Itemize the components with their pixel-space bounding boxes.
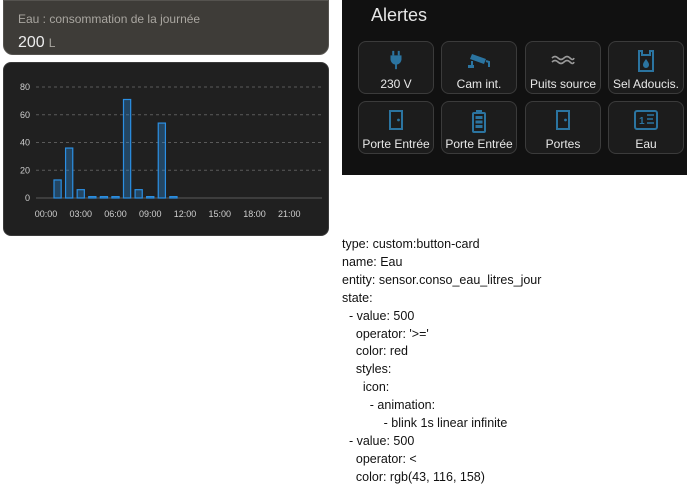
bar-chart: 0 20 40 60 80 00:00 03:00 06:00 09:00 12:00 15:00 1… — [20, 82, 322, 219]
alert-tile-label: Cam int. — [456, 77, 502, 91]
x-tick-label: 00:00 — [35, 209, 58, 219]
meter-icon: 1 — [609, 109, 683, 131]
power-plug-icon — [359, 49, 433, 71]
sensor-unit: L — [48, 36, 56, 50]
chart-bar — [134, 189, 143, 199]
yaml-line: styles: — [342, 362, 392, 377]
alert-tile-label: Porte Entrée — [445, 137, 513, 151]
alerts-panel: Alertes 230 V Cam int. Puits source Sel Ado… — [342, 0, 687, 175]
alert-tile-label: Eau — [635, 137, 657, 151]
sensor-title: Eau : consommation de la journée — [18, 12, 201, 26]
chart-bar — [169, 196, 178, 199]
consumption-chart-card[interactable]: 0 20 40 60 80 00:00 03:00 06:00 09:00 12:00 15:00 1… — [3, 62, 329, 236]
door-icon — [359, 109, 433, 131]
chart-bar — [157, 122, 167, 199]
sensor-value: 200 L — [18, 34, 55, 52]
yaml-line: - value: 500 — [342, 433, 415, 448]
yaml-line: - animation: — [342, 398, 436, 413]
chart-bar — [76, 189, 85, 199]
x-tick-label: 21:00 — [278, 209, 301, 219]
chart-bar — [53, 179, 62, 199]
yaml-line: color: red — [342, 344, 408, 359]
yaml-line: entity: sensor.conso_eau_litres_jour — [342, 272, 542, 287]
yaml-line: icon: — [342, 380, 390, 395]
svg-text:1: 1 — [639, 116, 645, 127]
y-tick-label: 0 — [25, 193, 30, 203]
alert-tile-7[interactable]: 1 Eau — [608, 101, 684, 154]
chart-bar — [146, 196, 155, 199]
yaml-line: - blink 1s linear infinite — [342, 416, 508, 431]
cctv-icon — [442, 49, 516, 71]
x-tick-label: 18:00 — [243, 209, 266, 219]
yaml-line: color: rgb(43, 116, 158) — [342, 469, 485, 484]
chart-bar — [111, 196, 120, 199]
yaml-line: - value: 500 — [342, 308, 415, 323]
alert-tile-label: Puits source — [529, 77, 597, 91]
x-tick-label: 15:00 — [208, 209, 231, 219]
water-waves-icon — [526, 49, 600, 71]
yaml-line: operator: < — [342, 451, 417, 466]
alert-tile-5[interactable]: Porte Entrée — [441, 101, 517, 154]
alert-tile-label: Porte Entrée — [362, 137, 430, 151]
alert-tile-label: Portes — [545, 137, 581, 151]
sensor-value-number: 200 — [18, 34, 45, 51]
door-icon — [526, 109, 600, 131]
x-tick-label: 12:00 — [174, 209, 197, 219]
chart-bar — [122, 98, 132, 199]
battery-icon — [442, 109, 516, 133]
alert-tile-1[interactable]: Cam int. — [441, 41, 517, 94]
alert-tile-label: 230 V — [380, 77, 412, 91]
water-consumption-card[interactable]: Eau : consommation de la journée 200 L — [3, 0, 329, 55]
alert-tile-0[interactable]: 230 V — [358, 41, 434, 94]
yaml-line: type: custom:button-card — [342, 237, 480, 251]
x-tick-label: 06:00 — [104, 209, 127, 219]
chart-bar — [64, 147, 74, 199]
alert-tile-2[interactable]: Puits source — [525, 41, 601, 94]
water-softener-icon — [609, 49, 683, 72]
alert-tile-label: Sel Adoucis. — [612, 77, 680, 91]
y-tick-label: 20 — [20, 165, 30, 175]
chart-bar — [88, 196, 97, 199]
x-tick-label: 03:00 — [69, 209, 92, 219]
alert-tile-3[interactable]: Sel Adoucis. — [608, 41, 684, 94]
alert-tile-6[interactable]: Portes — [525, 101, 601, 154]
x-tick-label: 09:00 — [139, 209, 162, 219]
yaml-line: state: — [342, 290, 373, 305]
y-tick-label: 80 — [20, 82, 30, 92]
yaml-config-text: type: custom:button-card name: Eau entity:… — [342, 236, 687, 487]
yaml-line: operator: '>=' — [342, 326, 429, 341]
alert-tile-4[interactable]: Porte Entrée — [358, 101, 434, 154]
alerts-title: Alertes — [371, 5, 428, 25]
y-tick-label: 60 — [20, 110, 30, 120]
chart-bar — [99, 196, 109, 199]
y-tick-label: 40 — [20, 138, 30, 148]
yaml-line: name: Eau — [342, 254, 403, 269]
